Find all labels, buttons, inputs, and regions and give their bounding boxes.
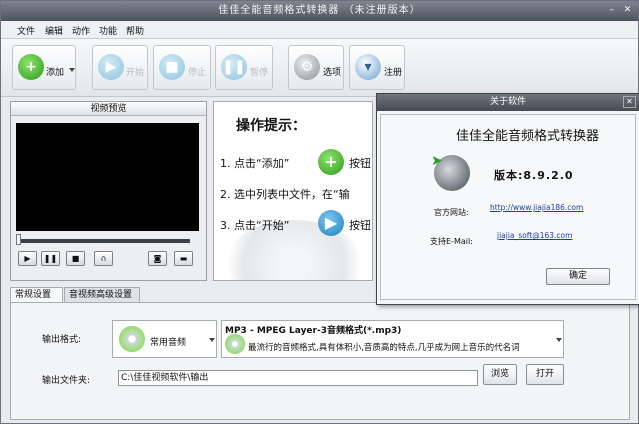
hint-step-1-tail: 按钮 [349, 157, 371, 170]
options-button[interactable]: ⚙ 选项 [288, 45, 344, 90]
preview-volume-button[interactable]: ∩ [94, 251, 113, 266]
add-button[interactable]: + 添加 [12, 45, 76, 90]
general-settings-panel: 输出格式: 常用音频 MP3 - MPEG Layer-3音频格式(*.mp3)… [10, 302, 630, 420]
preview-play-button[interactable]: ▶ [18, 251, 37, 266]
headphones-icon: ∩ [100, 254, 107, 263]
camera-icon: ◙ [153, 254, 162, 263]
video-screen [16, 123, 199, 231]
basket-icon: ▾ [355, 54, 381, 80]
email-label: 支持E-Mail: [430, 237, 473, 246]
format-category-value: 常用音频 [150, 338, 187, 348]
cd-icon [119, 326, 145, 352]
play-icon: ▶ [318, 210, 344, 236]
title-bar: 佳佳全能音频格式转换器 （未注册版本） – ✕ [1, 1, 638, 21]
open-folder-button[interactable]: ▬ [174, 251, 193, 266]
chevron-down-icon [209, 338, 215, 342]
chevron-down-icon [556, 338, 562, 342]
close-button[interactable]: ✕ [621, 4, 635, 17]
hint-step-3-tail: 按钮 [349, 219, 371, 232]
preview-pause-button[interactable]: ❚❚ [41, 251, 60, 266]
format-description: 最流行的音频格式,具有体积小,音质高的特点,几乎成为网上音乐的代名词 [248, 343, 520, 353]
main-window: 佳佳全能音频格式转换器 （未注册版本） – ✕ 文件 编辑 动作 功能 帮助 +… [0, 0, 639, 424]
menu-help[interactable]: 帮助 [126, 24, 144, 37]
tab-advanced-av-settings[interactable]: 音视频高级设置 [64, 287, 140, 303]
format-name: MP3 - MPEG Layer-3音频格式(*.mp3) [225, 326, 402, 336]
gear-icon: ⚙ [294, 54, 320, 80]
toolbar: + 添加 ▶ 开始 ■ 停止 ❚❚ 暂停 ⚙ 选项 ▾ 注册 [1, 39, 638, 97]
site-label: 官方网站: [434, 208, 469, 217]
cd-icon [225, 334, 245, 354]
pause-button[interactable]: ❚❚ 暂停 [215, 45, 273, 90]
plus-icon: + [18, 54, 44, 80]
official-site-link[interactable]: http://www.jiajia186.com [490, 203, 583, 212]
hint-step-2: 2. 选中列表中文件，在“输 [220, 188, 350, 201]
output-format-label: 输出格式: [42, 335, 82, 345]
preview-title: 视频预览 [11, 102, 206, 116]
output-folder-field[interactable]: C:\佳佳视频软件\输出 [118, 370, 478, 386]
output-folder-label: 输出文件夹: [42, 376, 91, 386]
menu-bar: 文件 编辑 动作 功能 帮助 [1, 21, 638, 39]
ok-button[interactable]: 确定 [546, 268, 610, 285]
seek-handle[interactable] [16, 234, 21, 245]
menu-action[interactable]: 动作 [72, 24, 90, 37]
preview-stop-button[interactable]: ■ [66, 251, 85, 266]
snapshot-button[interactable]: ◙ [148, 251, 167, 266]
pause-icon: ❚❚ [43, 254, 58, 263]
stop-icon: ■ [159, 54, 185, 80]
about-dialog-title: 关于软件 ✕ [377, 94, 639, 111]
play-icon: ▶ [24, 254, 31, 263]
chevron-down-icon [69, 68, 75, 72]
register-button[interactable]: ▾ 注册 [349, 45, 405, 90]
start-button[interactable]: ▶ 开始 [92, 45, 148, 90]
about-dialog: 关于软件 ✕ 佳佳全能音频格式转换器 ➤ 版本:8.9.2.0 官方网站: ht… [376, 93, 639, 305]
support-email-link[interactable]: jiajia_soft@163.com [497, 231, 572, 240]
menu-file[interactable]: 文件 [17, 24, 35, 37]
hint-step-3: 3. 点击“开始” [220, 219, 290, 232]
open-button[interactable]: 打开 [526, 364, 564, 385]
stop-icon: ■ [71, 254, 80, 263]
stop-button[interactable]: ■ 停止 [153, 45, 211, 90]
folder-icon: ▬ [179, 254, 188, 263]
about-version: 版本:8.9.2.0 [494, 169, 574, 182]
hint-title: 操作提示： [236, 118, 306, 134]
arrow-icon: ➤ [431, 153, 443, 169]
minimize-button[interactable]: – [605, 4, 619, 17]
play-icon: ▶ [98, 54, 124, 80]
format-select[interactable]: MP3 - MPEG Layer-3音频格式(*.mp3) 最流行的音频格式,具… [221, 320, 564, 358]
format-category-select[interactable]: 常用音频 [112, 320, 217, 358]
about-close-button[interactable]: ✕ [623, 96, 636, 108]
about-app-name: 佳佳全能音频格式转换器 [456, 129, 600, 144]
operation-hint-panel: 操作提示： 1. 点击“添加” + 按钮 2. 选中列表中文件，在“输 3. 点… [213, 101, 373, 281]
about-content: 佳佳全能音频格式转换器 ➤ 版本:8.9.2.0 官方网站: http://ww… [380, 114, 636, 300]
menu-edit[interactable]: 编辑 [45, 24, 63, 37]
window-title: 佳佳全能音频格式转换器 （未注册版本） [218, 5, 421, 16]
plus-icon: + [318, 149, 344, 175]
menu-function[interactable]: 功能 [99, 24, 117, 37]
video-preview-panel: 视频预览 ▶ ❚❚ ■ ∩ ◙ ▬ [10, 101, 207, 281]
pause-icon: ❚❚ [221, 54, 247, 80]
seek-bar[interactable] [18, 239, 190, 243]
browse-button[interactable]: 浏览 [483, 364, 517, 385]
hint-step-1: 1. 点击“添加” [220, 157, 290, 170]
